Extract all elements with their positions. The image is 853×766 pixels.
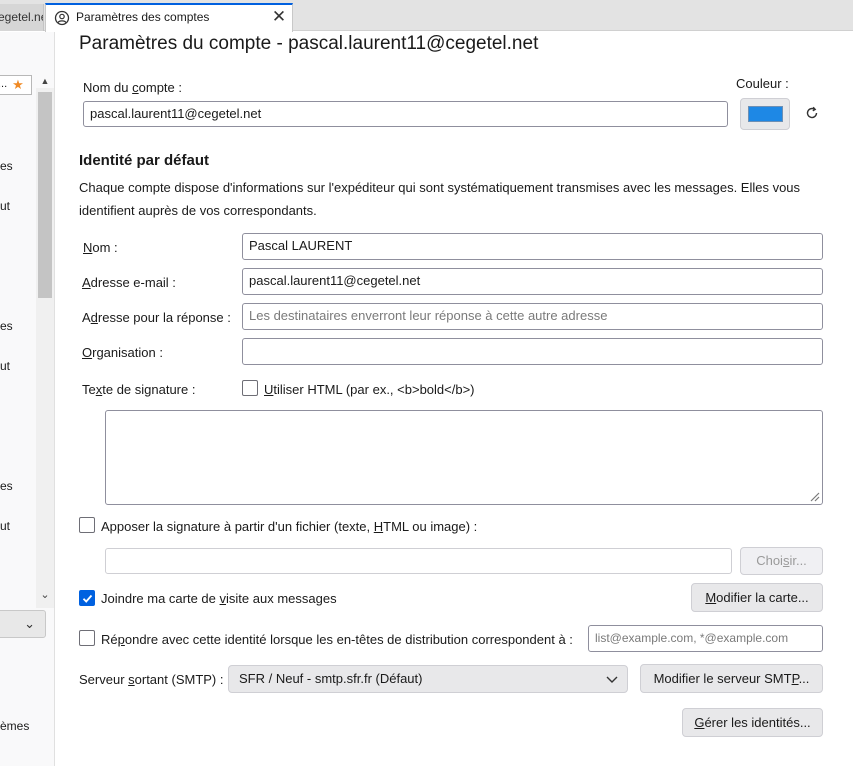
reset-color-icon[interactable]: [803, 104, 821, 122]
organization-label: Organisation :: [82, 345, 163, 360]
reply-to-input[interactable]: Les destinataires enverront leur réponse…: [242, 303, 823, 330]
use-html-checkbox[interactable]: [242, 380, 258, 396]
folder-item-text[interactable]: es: [0, 159, 13, 173]
folder-item-text[interactable]: ut: [0, 359, 10, 373]
resize-grip-icon[interactable]: [808, 490, 820, 502]
signature-textarea[interactable]: [105, 410, 823, 505]
folder-pane: ... ★ ▲ ⌄ es ut es ut es ut ⌄ èmes: [0, 32, 55, 766]
chevron-down-icon: ⌄: [24, 616, 35, 631]
name-input[interactable]: Pascal LAURENT: [242, 233, 823, 260]
tab-account-settings[interactable]: Paramètres des comptes ✕: [45, 3, 293, 32]
choose-file-button[interactable]: Choisir...: [740, 547, 823, 575]
attach-signature-checkbox[interactable]: [79, 517, 95, 533]
color-label: Couleur :: [736, 76, 789, 91]
section-title-default-identity: Identité par défaut: [79, 152, 210, 169]
vcard-checkbox[interactable]: [79, 590, 95, 606]
email-label: Adresse e-mail :: [82, 275, 176, 290]
name-label: Nom :: [83, 240, 118, 255]
scroll-down-icon[interactable]: ⌄: [38, 588, 52, 602]
chevron-down-icon: [606, 676, 618, 683]
folder-pane-dropdown[interactable]: ⌄: [0, 610, 46, 638]
folder-item-text[interactable]: ut: [0, 519, 10, 533]
folder-item-text[interactable]: ut: [0, 199, 10, 213]
email-input[interactable]: pascal.laurent11@cegetel.net: [242, 268, 823, 295]
reply-to-label: Adresse pour la réponse :: [82, 310, 231, 325]
checkmark-icon: [82, 594, 93, 603]
organization-input[interactable]: [242, 338, 823, 365]
folder-item-text[interactable]: es: [0, 479, 13, 493]
signature-label: Texte de signature :: [82, 382, 196, 397]
reply-from-label[interactable]: Répondre avec cette identité lorsque les…: [101, 632, 573, 647]
color-swatch: [748, 106, 783, 122]
account-settings-icon: [54, 10, 70, 26]
tab-title: Paramètres des comptes: [76, 10, 210, 24]
tab-previous-label: cegetel.net: [0, 10, 43, 24]
close-tab-icon[interactable]: ✕: [270, 6, 288, 28]
account-name-label: Nom du compte :: [83, 80, 182, 95]
scrollbar-thumb[interactable]: [38, 92, 52, 298]
reply-from-checkbox[interactable]: [79, 630, 95, 646]
signature-file-input[interactable]: [105, 548, 732, 574]
smtp-label: Serveur sortant (SMTP) :: [79, 672, 224, 687]
star-icon[interactable]: ★: [10, 77, 26, 93]
scroll-up-icon[interactable]: ▲: [38, 76, 52, 88]
folder-item-text[interactable]: èmes: [0, 719, 29, 733]
account-name-input[interactable]: pascal.laurent11@cegetel.net: [83, 101, 728, 127]
attach-signature-label[interactable]: Apposer la signature à partir d'un fichi…: [101, 519, 477, 534]
folder-item-text[interactable]: es: [0, 319, 13, 333]
smtp-selected-value: SFR / Neuf - smtp.sfr.fr (Défaut): [239, 671, 423, 686]
edit-smtp-button[interactable]: Modifier le serveur SMTP...: [640, 664, 823, 693]
reply-from-input[interactable]: list@example.com, *@example.com: [588, 625, 823, 652]
color-picker-button[interactable]: [740, 98, 790, 130]
vcard-label[interactable]: Joindre ma carte de visite aux messages: [101, 591, 337, 606]
identity-description: Chaque compte dispose d'informations sur…: [79, 180, 801, 218]
page-title: Paramètres du compte - pascal.laurent11@…: [79, 33, 539, 54]
edit-card-button[interactable]: Modifier la carte...: [691, 583, 823, 612]
manage-identities-button[interactable]: Gérer les identités...: [682, 708, 823, 737]
smtp-select[interactable]: SFR / Neuf - smtp.sfr.fr (Défaut): [228, 665, 628, 693]
use-html-label[interactable]: Utiliser HTML (par ex., <b>bold</b>): [264, 382, 475, 397]
tab-previous[interactable]: cegetel.net: [0, 4, 44, 31]
